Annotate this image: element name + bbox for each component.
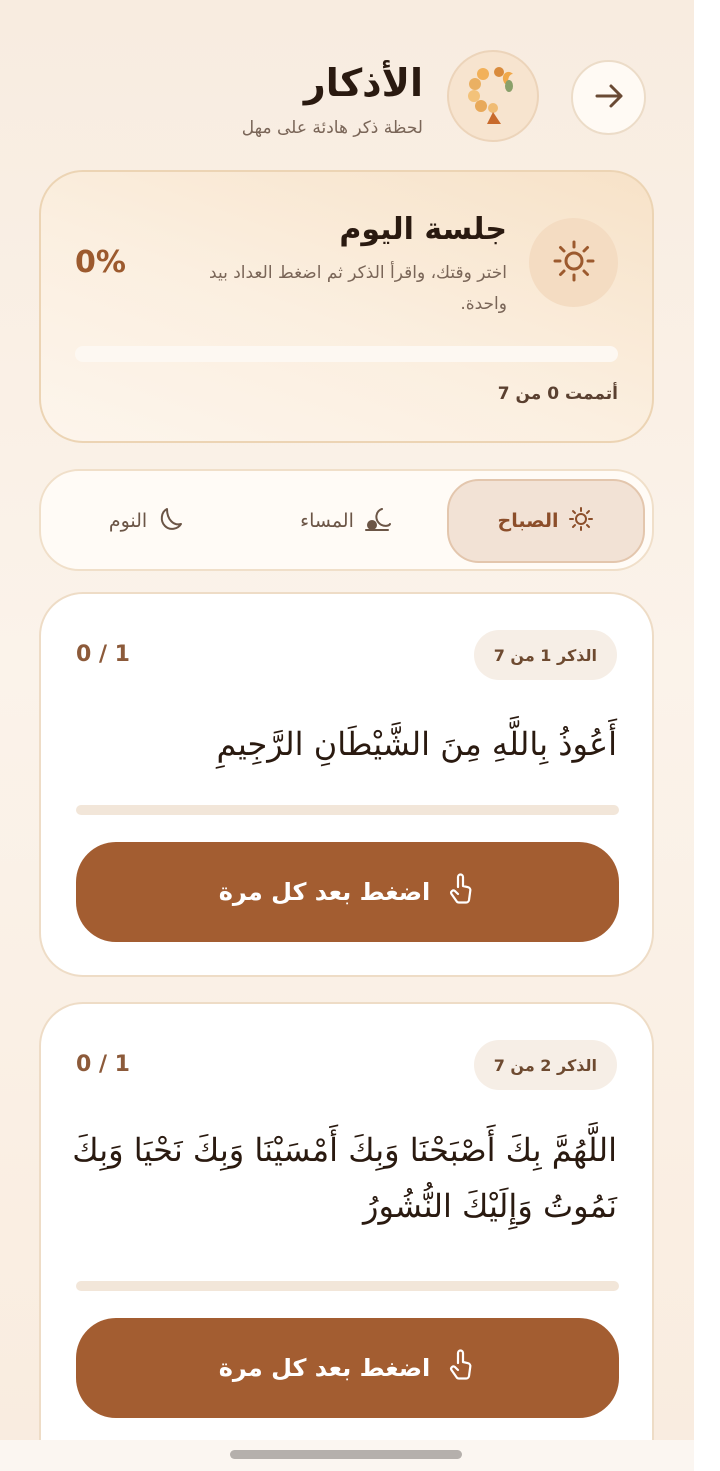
dhikr-card: الذكر 2 من 7 0 / 1 اللَّهُمَّ بِكَ أَصْب… [39,1002,654,1462]
session-percent: 0% [75,245,126,280]
session-progress-bar [75,346,618,362]
tab-morning[interactable]: الصباح [447,479,645,563]
dhikr-index-badge: الذكر 2 من 7 [473,1040,617,1090]
dhikr-progress-bar [76,805,619,815]
dhikr-counter: 0 / 1 [76,642,130,667]
tab-label: النوم [108,510,148,532]
time-tabs: الصباح المساء النوم [39,469,654,571]
screen-edge [694,0,720,1471]
dhikr-text: اللَّهُمَّ بِكَ أَصْبَحْنَا وَبِكَ أَمْس… [72,1131,617,1225]
sunset-icon [364,506,392,537]
count-button[interactable]: اضغط بعد كل مرة [76,1318,619,1418]
tab-sleep[interactable]: النوم [51,479,241,563]
count-button-label: اضغط بعد كل مرة [218,1354,431,1382]
dhikr-card: الذكر 1 من 7 0 / 1 أَعُوذُ بِاللَّهِ مِن… [39,592,654,977]
session-completed-count: أتممت 0 من 7 [497,384,618,404]
tab-label: المساء [300,510,354,532]
dhikr-counter: 0 / 1 [76,1052,130,1077]
page-subtitle: لحظة ذكر هادئة على مهل [241,118,423,138]
prayer-beads-icon [465,62,521,130]
tap-hand-icon [446,1349,476,1387]
sun-icon [551,238,597,288]
dhikr-index-badge: الذكر 1 من 7 [473,630,617,680]
dhikr-progress-bar [76,1281,619,1291]
back-button[interactable] [571,60,646,135]
page-title: الأذكار [303,61,423,105]
count-button-label: اضغط بعد كل مرة [218,878,431,906]
arrow-right-icon [591,78,627,118]
session-icon-badge [529,218,618,307]
app-logo [447,50,539,142]
tab-label: الصباح [497,510,559,532]
tab-evening[interactable]: المساء [251,479,441,563]
tap-hand-icon [446,873,476,911]
dhikr-text: أَعُوذُ بِاللَّهِ مِنَ الشَّيْطَانِ الرَ… [216,725,617,763]
moon-icon [157,506,183,537]
session-title: جلسة اليوم [339,212,507,247]
session-description: اختر وقتك، واقرأ الذكر ثم اضغط العداد بي… [209,263,507,314]
home-indicator[interactable] [230,1450,462,1459]
count-button[interactable]: اضغط بعد كل مرة [76,842,619,942]
sun-icon [568,506,594,537]
